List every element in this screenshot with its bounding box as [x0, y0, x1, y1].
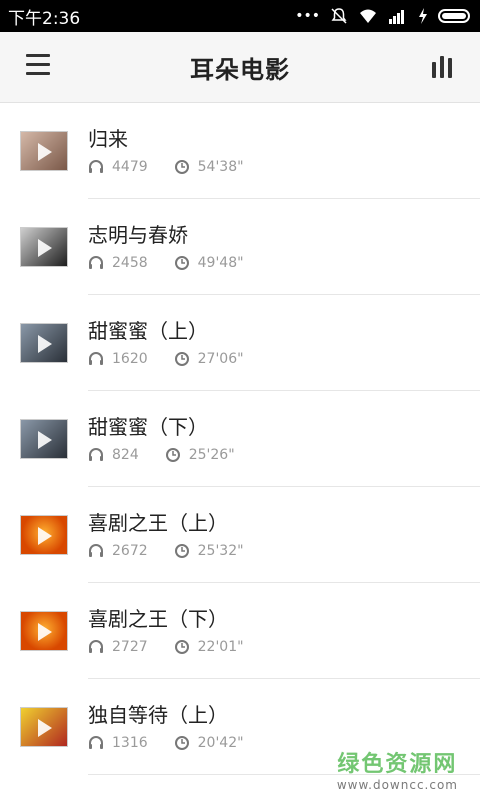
list-item[interactable]: 志明与春娇 2458 49'48" — [0, 199, 480, 295]
list-item[interactable]: 喜剧之王（上） 2672 25'32" — [0, 487, 480, 583]
movie-title: 喜剧之王（上） — [88, 511, 228, 535]
movie-thumbnail — [20, 515, 68, 555]
duration: 54'38" — [197, 159, 244, 175]
movie-meta: 2727 22'01" — [88, 639, 244, 655]
duration: 22'01" — [197, 639, 244, 655]
signal-icon — [389, 10, 404, 24]
clock-icon — [165, 448, 180, 462]
movie-meta: 2672 25'32" — [88, 543, 244, 559]
play-icon — [38, 623, 52, 641]
battery-icon — [438, 9, 470, 23]
more-icon: ••• — [295, 8, 320, 24]
play-icon — [38, 431, 52, 449]
play-icon — [38, 239, 52, 257]
clock-icon — [174, 160, 189, 174]
movie-meta: 2458 49'48" — [88, 255, 244, 271]
headphones-icon — [89, 640, 103, 653]
movie-meta: 4479 54'38" — [88, 159, 244, 175]
play-icon — [38, 527, 52, 545]
movie-thumbnail — [20, 611, 68, 651]
page-title: 耳朵电影 — [190, 55, 290, 84]
movie-title: 归来 — [88, 127, 128, 151]
clock-icon — [174, 256, 189, 270]
movie-meta: 1620 27'06" — [88, 351, 244, 367]
status-icons: ••• — [295, 7, 470, 25]
listen-count: 1316 — [112, 735, 148, 751]
play-icon — [38, 719, 52, 737]
listen-count: 824 — [112, 447, 139, 463]
movie-thumbnail — [20, 707, 68, 747]
status-time: 下午2:36 — [8, 8, 81, 29]
headphones-icon — [89, 256, 103, 269]
headphones-icon — [89, 448, 103, 461]
movie-thumbnail — [20, 323, 68, 363]
headphones-icon — [89, 544, 103, 557]
play-icon — [38, 335, 52, 353]
silent-icon — [331, 8, 347, 24]
list-item[interactable]: 独自等待（上） 1316 20'42" — [0, 679, 480, 775]
duration: 20'42" — [197, 735, 244, 751]
duration: 25'26" — [188, 447, 235, 463]
divider — [88, 774, 480, 775]
movie-meta: 1316 20'42" — [88, 735, 244, 751]
wifi-icon — [360, 9, 376, 23]
movie-meta: 824 25'26" — [88, 447, 235, 463]
watermark-url: www.downcc.com — [336, 778, 458, 792]
list-item[interactable]: 归来 4479 54'38" — [0, 103, 480, 199]
equalizer-button[interactable] — [430, 54, 454, 78]
duration: 49'48" — [197, 255, 244, 271]
headphones-icon — [89, 736, 103, 749]
movie-thumbnail — [20, 227, 68, 267]
clock-icon — [174, 352, 189, 366]
movie-thumbnail — [20, 419, 68, 459]
duration: 27'06" — [197, 351, 244, 367]
clock-icon — [174, 640, 189, 654]
headphones-icon — [89, 160, 103, 173]
movie-title: 独自等待（上） — [88, 703, 228, 727]
movie-title: 志明与春娇 — [88, 223, 188, 247]
clock-icon — [174, 544, 189, 558]
movie-title: 甜蜜蜜（上） — [88, 319, 208, 343]
listen-count: 1620 — [112, 351, 148, 367]
movie-title: 甜蜜蜜（下） — [88, 415, 208, 439]
app-bar: 耳朵电影 — [0, 32, 480, 103]
status-bar: 下午2:36 ••• — [0, 0, 480, 32]
charging-icon — [419, 8, 427, 24]
listen-count: 2458 — [112, 255, 148, 271]
clock-icon — [174, 736, 189, 750]
listen-count: 2672 — [112, 543, 148, 559]
list-item[interactable]: 甜蜜蜜（下） 824 25'26" — [0, 391, 480, 487]
menu-button[interactable] — [26, 54, 50, 78]
duration: 25'32" — [197, 543, 244, 559]
list-item[interactable]: 甜蜜蜜（上） 1620 27'06" — [0, 295, 480, 391]
listen-count: 4479 — [112, 159, 148, 175]
listen-count: 2727 — [112, 639, 148, 655]
movie-thumbnail — [20, 131, 68, 171]
movie-title: 喜剧之王（下） — [88, 607, 228, 631]
list-item[interactable]: 喜剧之王（下） 2727 22'01" — [0, 583, 480, 679]
movie-list: 归来 4479 54'38" 志明与春娇 2458 49'48" 甜蜜蜜（上） … — [0, 103, 480, 775]
headphones-icon — [89, 352, 103, 365]
play-icon — [38, 143, 52, 161]
